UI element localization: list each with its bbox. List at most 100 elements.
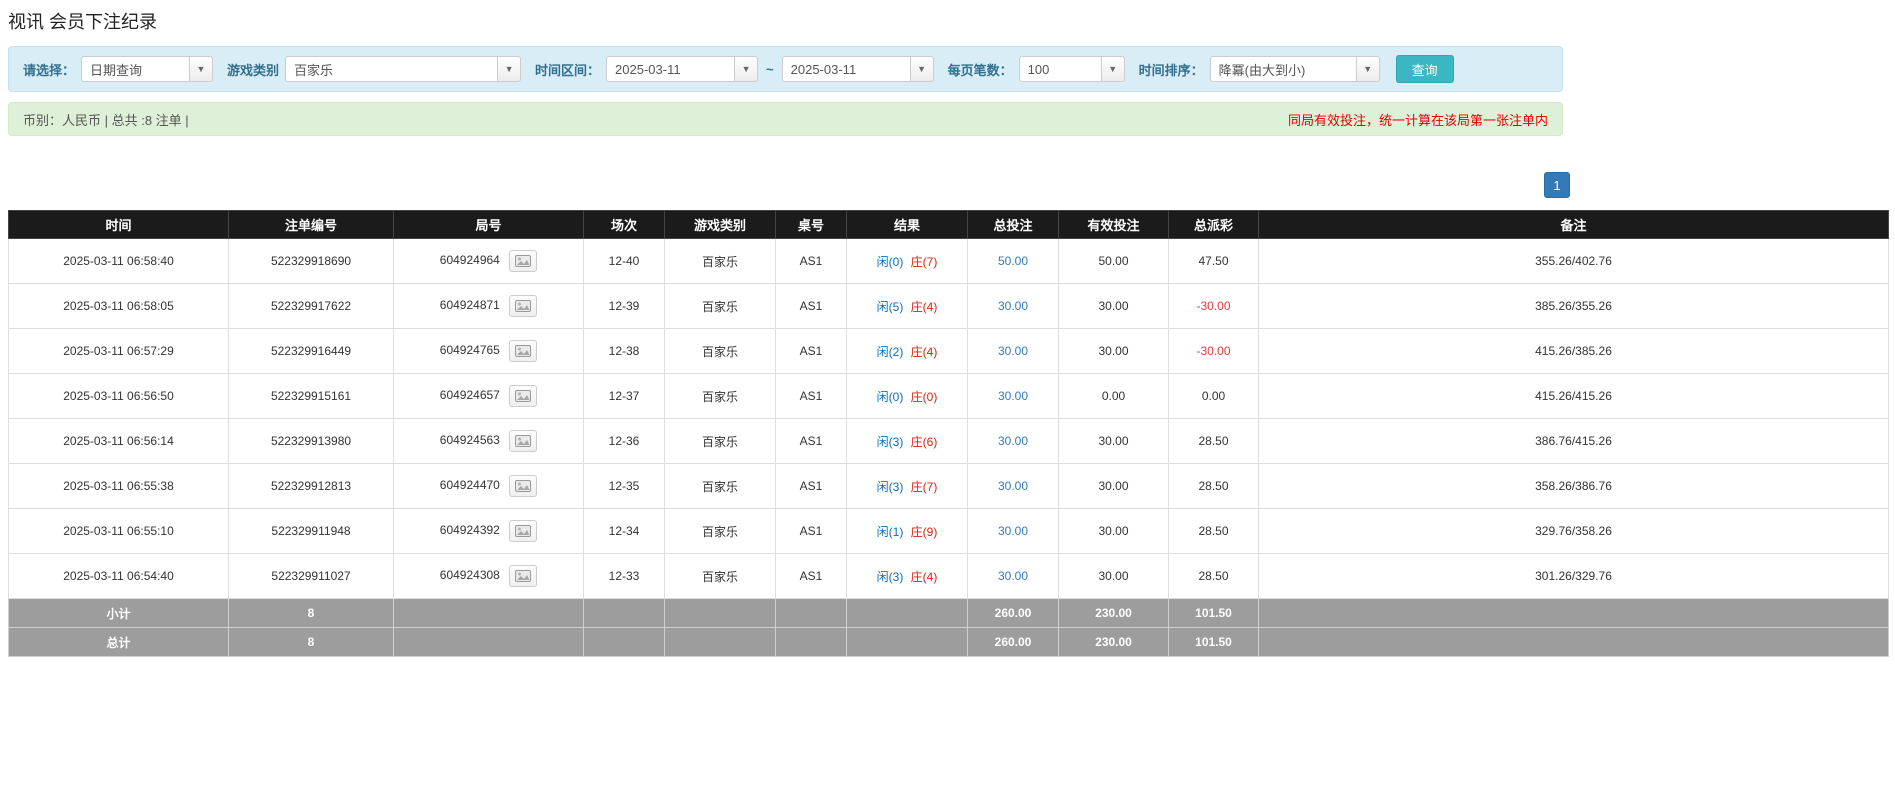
page-size-label: 每页笔数： (947, 62, 1013, 78)
subtotal-valid-bet: 230.00 (1058, 598, 1169, 628)
cell-table-no: AS1 (775, 328, 847, 374)
result-player: 闲(0) (876, 389, 904, 404)
cell-result: 闲(0) 庄(0) (846, 373, 968, 419)
cell-table-no: AS1 (775, 238, 847, 284)
select-mode-dropdown-button[interactable]: ▼ (189, 56, 214, 82)
cell-game-type: 百家乐 (664, 373, 776, 419)
cell-table-no: AS1 (775, 373, 847, 419)
cell-total-bet: 50.00 (967, 238, 1059, 284)
page-size-input[interactable] (1018, 56, 1101, 82)
cell-bet-id: 522329917622 (228, 283, 394, 329)
cell-total-bet: 30.00 (967, 508, 1059, 554)
total-bet-link[interactable]: 30.00 (998, 299, 1028, 313)
total-bet-link[interactable]: 50.00 (998, 254, 1028, 268)
round-detail-button[interactable] (509, 520, 538, 542)
currency-total-text: 币别：人民币 | 总共 :8 注单 | (23, 112, 189, 128)
round-detail-button[interactable] (509, 250, 538, 272)
cell-round-id: 604924765 (393, 328, 584, 374)
cell-valid-bet: 50.00 (1058, 238, 1169, 284)
result-player: 闲(3) (876, 569, 904, 584)
cell-bet-id: 522329916449 (228, 328, 394, 374)
footer-cell (664, 627, 776, 657)
time-sort-dropdown-button[interactable]: ▼ (1355, 56, 1380, 82)
total-bet-link[interactable]: 30.00 (998, 344, 1028, 358)
cell-game-type: 百家乐 (664, 283, 776, 329)
column-header: 有效投注 (1058, 210, 1169, 239)
round-id-text: 604924563 (439, 433, 500, 448)
cell-total-bet: 30.00 (967, 463, 1059, 509)
cell-valid-bet: 30.00 (1058, 553, 1169, 599)
date-to-input[interactable] (781, 56, 910, 82)
page-size-combobox: ▼ (1018, 56, 1125, 82)
cell-note: 301.26/329.76 (1258, 553, 1889, 599)
select-mode-input[interactable] (81, 56, 190, 82)
date-from-dropdown-button[interactable]: ▼ (734, 56, 759, 82)
date-to-combobox: ▼ (781, 56, 934, 82)
result-player: 闲(0) (876, 254, 904, 269)
time-sort-input[interactable] (1209, 56, 1356, 82)
round-detail-button[interactable] (509, 295, 538, 317)
image-icon (515, 570, 532, 582)
round-id-text: 604924470 (439, 478, 500, 493)
date-from-input[interactable] (606, 56, 735, 82)
cell-time: 2025-03-11 06:56:14 (8, 418, 229, 464)
image-icon (515, 390, 532, 402)
round-detail-button[interactable] (509, 565, 538, 587)
round-id-text: 604924871 (439, 298, 500, 313)
cell-result: 闲(2) 庄(4) (846, 328, 968, 374)
pagination: 1 (8, 172, 1570, 198)
time-sort-combobox: ▼ (1209, 56, 1380, 82)
date-to-dropdown-button[interactable]: ▼ (909, 56, 934, 82)
search-button[interactable]: 查询 (1395, 55, 1454, 83)
total-payout: 101.50 (1168, 627, 1259, 657)
round-detail-button[interactable] (509, 385, 538, 407)
page-size-dropdown-button[interactable]: ▼ (1100, 56, 1125, 82)
result-banker: 庄(9) (910, 524, 938, 539)
table-row: 2025-03-11 06:56:14 522329913980 6049245… (8, 418, 1889, 464)
image-icon (515, 345, 532, 357)
cell-note: 386.76/415.26 (1258, 418, 1889, 464)
cell-round-id: 604924392 (393, 508, 584, 554)
image-icon (515, 435, 532, 447)
cell-round-id: 604924657 (393, 373, 584, 419)
table-row: 2025-03-11 06:56:50 522329915161 6049246… (8, 373, 1889, 419)
total-bet-link[interactable]: 30.00 (998, 389, 1028, 403)
cell-bet-id: 522329913980 (228, 418, 394, 464)
cell-valid-bet: 0.00 (1058, 373, 1169, 419)
cell-game-type: 百家乐 (664, 418, 776, 464)
page: 视讯 会员下注纪录 请选择： ▼ 游戏类别 ▼ 时间区间： ▼ ~ ▼ 每页笔数… (0, 8, 1895, 657)
game-type-dropdown-button[interactable]: ▼ (497, 56, 522, 82)
cell-round-id: 604924871 (393, 283, 584, 329)
total-bet-link[interactable]: 30.00 (998, 524, 1028, 538)
column-header: 注单编号 (228, 210, 394, 239)
result-player: 闲(5) (876, 299, 904, 314)
cell-total-bet: 30.00 (967, 283, 1059, 329)
footer-cell (1258, 598, 1889, 628)
cell-session: 12-37 (583, 373, 665, 419)
total-row: 总计 8 260.00 230.00 101.50 (8, 627, 1889, 657)
select-mode-label: 请选择： (23, 62, 76, 78)
time-sort-label: 时间排序： (1138, 62, 1204, 78)
result-player: 闲(2) (876, 344, 904, 359)
cell-time: 2025-03-11 06:57:29 (8, 328, 229, 374)
page-button-1[interactable]: 1 (1544, 172, 1570, 198)
subtotal-total-bet: 260.00 (967, 598, 1059, 628)
game-type-input[interactable] (285, 56, 498, 82)
valid-bet-note: 同局有效投注，统一计算在该局第一张注单内 (1287, 112, 1548, 128)
round-detail-button[interactable] (509, 430, 538, 452)
cell-game-type: 百家乐 (664, 238, 776, 284)
total-bet-link[interactable]: 30.00 (998, 569, 1028, 583)
total-valid-bet: 230.00 (1058, 627, 1169, 657)
chevron-down-icon: ▼ (741, 64, 751, 74)
column-header: 局号 (393, 210, 584, 239)
cell-valid-bet: 30.00 (1058, 283, 1169, 329)
column-header: 总投注 (967, 210, 1059, 239)
cell-time: 2025-03-11 06:55:38 (8, 463, 229, 509)
round-detail-button[interactable] (509, 340, 538, 362)
result-banker: 庄(7) (910, 479, 938, 494)
round-detail-button[interactable] (509, 475, 538, 497)
total-bet-link[interactable]: 30.00 (998, 479, 1028, 493)
cell-valid-bet: 30.00 (1058, 463, 1169, 509)
total-label: 总计 (8, 627, 229, 657)
total-bet-link[interactable]: 30.00 (998, 434, 1028, 448)
